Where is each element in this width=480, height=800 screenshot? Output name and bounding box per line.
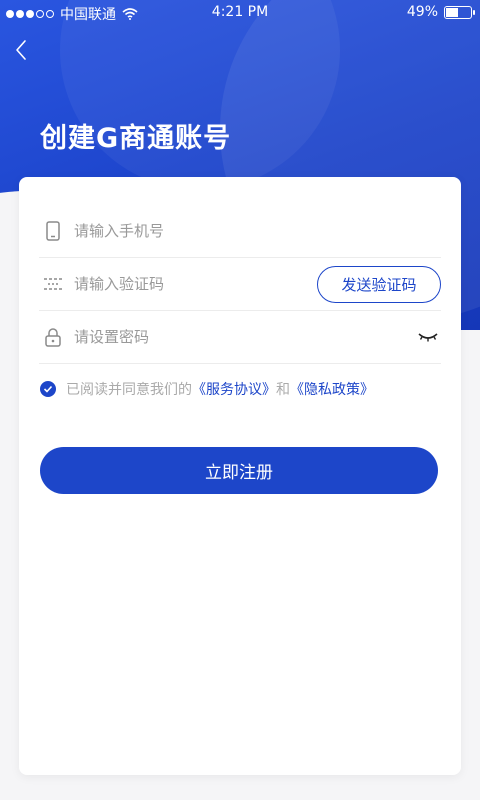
status-bar: 中国联通 4:21 PM 49% xyxy=(0,0,480,26)
register-card: 发送验证码 已阅读并同意我们的 《服务协议》 和 《隐私政策》 立即注册 xyxy=(19,177,461,775)
register-button[interactable]: 立即注册 xyxy=(40,447,438,494)
agreement-checkbox[interactable] xyxy=(40,381,56,397)
agreement-connector: 和 xyxy=(276,382,290,398)
service-agreement-link[interactable]: 《服务协议》 xyxy=(192,379,276,399)
password-row xyxy=(39,311,441,364)
phone-input[interactable] xyxy=(74,222,441,240)
privacy-policy-link[interactable]: 《隐私政策》 xyxy=(290,379,374,399)
agreement-row: 已阅读并同意我们的 《服务协议》 和 《隐私政策》 xyxy=(40,379,374,399)
send-code-button[interactable]: 发送验证码 xyxy=(317,265,441,303)
phone-row xyxy=(39,205,441,258)
battery-percent: 49% xyxy=(406,4,438,20)
eye-closed-icon[interactable] xyxy=(417,330,439,344)
password-input[interactable] xyxy=(74,328,417,346)
chevron-left-icon[interactable] xyxy=(10,38,34,62)
phone-icon xyxy=(46,221,60,241)
battery-icon xyxy=(444,5,475,19)
page-title: 创建G商通账号 xyxy=(40,123,232,154)
status-right: 49% xyxy=(406,4,475,20)
agreement-text: 已阅读并同意我们的 xyxy=(66,382,192,398)
checkmark-icon xyxy=(43,385,53,393)
battery-fill xyxy=(446,7,458,17)
code-row: 发送验证码 xyxy=(39,258,441,311)
code-input[interactable] xyxy=(74,275,317,293)
sms-code-icon xyxy=(44,278,62,290)
lock-icon xyxy=(45,328,61,347)
